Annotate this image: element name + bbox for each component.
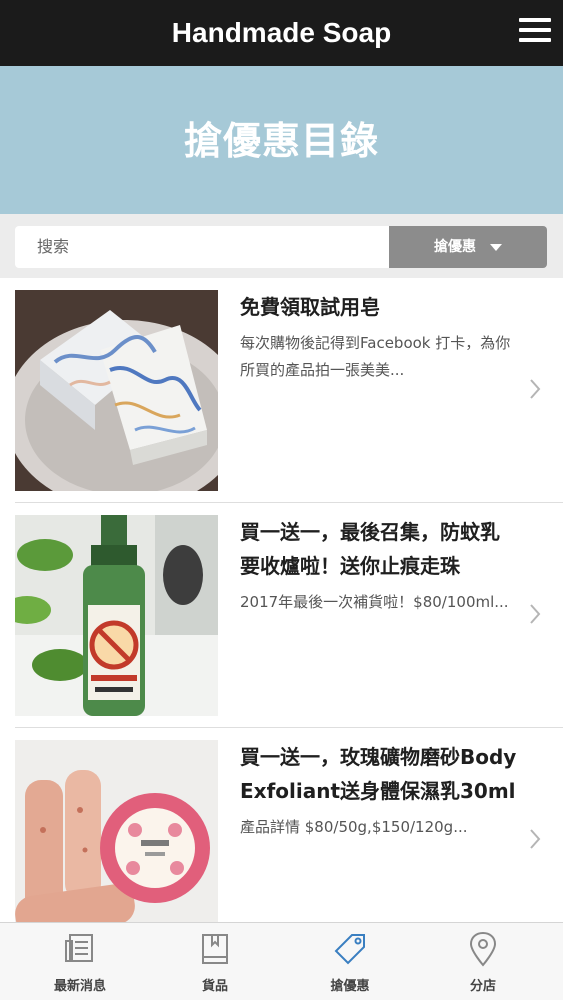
hamburger-menu-icon[interactable] xyxy=(519,18,551,48)
app-title: Handmade Soap xyxy=(171,17,392,48)
list-item[interactable]: 免費領取試用皂 每次購物後記得到Facebook 打卡，為你所買的產品拍一張美美… xyxy=(0,278,563,503)
search-bar: 搜索 搶優惠 xyxy=(0,214,563,278)
caret-down-icon xyxy=(490,243,502,251)
search-input[interactable]: 搜索 xyxy=(15,226,389,268)
tab-deals[interactable]: 搶優惠 xyxy=(280,923,420,1001)
hero-banner: 搶優惠目錄 xyxy=(0,66,563,214)
tab-label: 最新消息 xyxy=(53,979,106,994)
news-icon xyxy=(65,934,93,962)
tag-icon xyxy=(334,934,365,965)
item-title: 買一送一，最後召集，防蚊乳要收爐啦！送你止痕走珠 xyxy=(240,520,500,578)
page-title: 搶優惠目錄 xyxy=(183,119,379,163)
book-icon xyxy=(202,934,228,964)
mosquito-spray-image xyxy=(15,515,218,716)
chevron-right-icon xyxy=(530,379,541,399)
list-item[interactable]: 買一送一，玫瑰礦物磨砂Body Exfoliant送身體保濕乳30ml 產品詳情… xyxy=(0,728,563,953)
chevron-right-icon xyxy=(530,604,541,624)
item-title: 買一送一，玫瑰礦物磨砂Body Exfoliant送身體保濕乳30ml xyxy=(240,745,517,803)
item-description: 每次購物後記得到Facebook 打卡，為你所買的產品拍一張美美... xyxy=(240,334,511,379)
bottom-tab-bar: 最新消息 貨品 搶優惠 分店 xyxy=(0,922,563,1000)
top-bar: Handmade Soap xyxy=(0,0,563,66)
soap-bars-image xyxy=(15,290,218,491)
item-title: 免費領取試用皂 xyxy=(240,295,380,319)
tab-label: 搶優惠 xyxy=(330,979,370,994)
category-filter-dropdown[interactable]: 搶優惠 xyxy=(389,226,547,268)
rose-scrub-image xyxy=(15,740,218,941)
tab-news[interactable]: 最新消息 xyxy=(10,923,150,1001)
filter-label: 搶優惠 xyxy=(434,239,476,255)
tab-products[interactable]: 貨品 xyxy=(145,923,285,1001)
item-description: 產品詳情 $80/50g,$150/120g... xyxy=(240,818,468,836)
list-item[interactable]: 買一送一，最後召集，防蚊乳要收爐啦！送你止痕走珠 2017年最後一次補貨啦！$8… xyxy=(0,503,563,728)
location-pin-icon xyxy=(469,931,497,967)
item-description: 2017年最後一次補貨啦！$80/100ml... xyxy=(240,593,509,611)
tab-stores[interactable]: 分店 xyxy=(413,923,553,1001)
tab-label: 分店 xyxy=(469,979,496,994)
chevron-right-icon xyxy=(530,829,541,849)
tab-label: 貨品 xyxy=(201,979,228,994)
